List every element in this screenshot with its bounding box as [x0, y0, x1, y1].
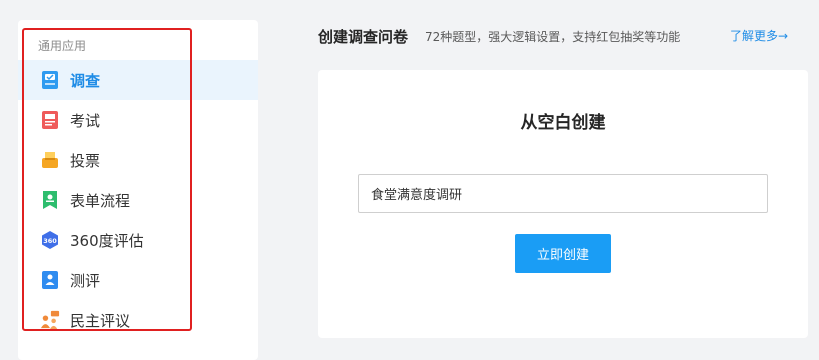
assessment-icon	[40, 270, 60, 290]
page-description: 72种题型，强大逻辑设置，支持红包抽奖等功能	[425, 30, 681, 44]
democratic-review-icon	[40, 310, 60, 330]
sidebar-item-democratic-review[interactable]: 民主评议	[18, 300, 258, 340]
page-title: 创建调查问卷	[318, 28, 409, 46]
sidebar-item-form-flow[interactable]: 表单流程	[18, 180, 258, 220]
sidebar-item-assessment[interactable]: 测评	[18, 260, 258, 300]
sidebar-item-label: 测评	[70, 271, 101, 290]
sidebar-item-360-eval[interactable]: 360 360度评估	[18, 220, 258, 260]
create-now-button[interactable]: 立即创建	[515, 234, 611, 273]
sidebar-section-label: 通用应用	[38, 39, 87, 53]
sidebar-item-label: 考试	[70, 111, 101, 130]
survey-name-input[interactable]	[358, 174, 768, 213]
vote-icon	[40, 150, 60, 170]
survey-icon	[40, 70, 60, 90]
exam-icon	[40, 110, 60, 130]
360-eval-icon: 360	[40, 230, 60, 250]
learn-more-link[interactable]: 了解更多→	[730, 27, 788, 44]
sidebar-item-label: 民主评议	[70, 311, 131, 330]
sidebar-item-survey[interactable]: 调查	[18, 60, 258, 100]
svg-text:360: 360	[43, 237, 57, 245]
sidebar-item-label: 投票	[70, 151, 101, 170]
sidebar-item-exam[interactable]: 考试	[18, 100, 258, 140]
card-title: 从空白创建	[520, 113, 606, 133]
sidebar-item-vote[interactable]: 投票	[18, 140, 258, 180]
create-card: 从空白创建 立即创建	[318, 70, 808, 338]
sidebar-item-label: 360度评估	[70, 231, 144, 250]
sidebar-item-label: 表单流程	[70, 191, 131, 210]
form-flow-icon	[40, 190, 60, 210]
sidebar-item-label: 调查	[70, 71, 101, 90]
